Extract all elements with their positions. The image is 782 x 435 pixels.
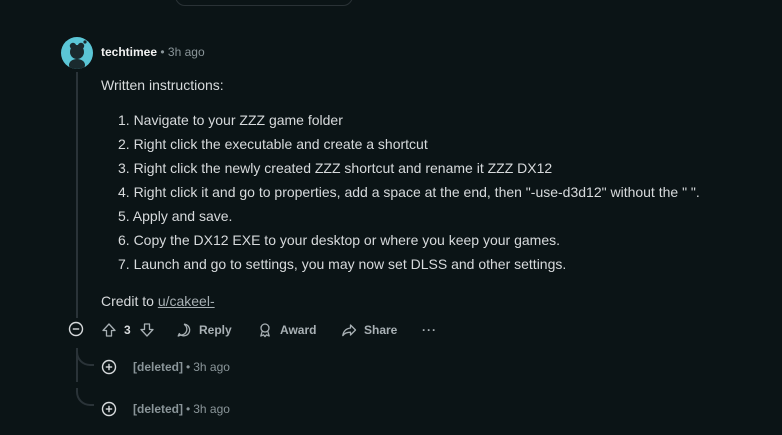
step-item: 6. Copy the DX12 EXE to your desktop or … [118, 232, 561, 248]
upvote-icon [102, 323, 116, 337]
comment-timestamp[interactable]: 3h ago [168, 45, 205, 59]
thread-line [76, 72, 78, 318]
meta-separator: • [186, 402, 191, 416]
collapsed-reply: [deleted] • 3h ago [101, 358, 230, 376]
snoo-icon [69, 40, 87, 69]
upvote-button[interactable] [101, 320, 117, 340]
step-item: 1. Navigate to your ZZZ game folder [118, 112, 343, 128]
step-item: 7. Launch and go to settings, you may no… [118, 256, 567, 272]
downvote-icon [140, 323, 154, 337]
comment-header: techtimee • 3h ago [101, 44, 205, 60]
comment-action-bar: 3 Reply Award Share ··· [68, 320, 468, 340]
user-avatar[interactable] [61, 37, 93, 69]
share-label: Share [364, 323, 398, 337]
downvote-button[interactable] [139, 320, 155, 340]
steps-list: 1. Navigate to your ZZZ game folder 2. R… [101, 111, 700, 279]
reply-connector [76, 348, 94, 366]
credit-prefix: Credit to [101, 293, 158, 309]
reply-author: [deleted] [133, 402, 184, 416]
reply-timestamp[interactable]: 3h ago [193, 360, 230, 374]
credit-line: Credit to u/cakeel- [101, 292, 215, 310]
reply-label: Reply [199, 323, 232, 337]
step-item: 4. Right click it and go to properties, … [118, 184, 700, 200]
comment-intro: Written instructions: [101, 77, 224, 93]
reply-button[interactable]: Reply [176, 320, 232, 340]
reply-timestamp[interactable]: 3h ago [193, 402, 230, 416]
comment-author[interactable]: techtimee [101, 45, 157, 59]
step-item: 2. Right click the executable and create… [118, 136, 428, 152]
award-button[interactable]: Award [257, 320, 316, 340]
meta-separator: • [186, 360, 191, 374]
award-label: Award [280, 323, 317, 337]
comment-bubble-icon [177, 323, 191, 337]
more-options-button[interactable]: ··· [422, 320, 437, 340]
step-item: 5. Apply and save. [118, 208, 233, 224]
collapsed-reply: [deleted] • 3h ago [101, 400, 230, 418]
credit-user-link[interactable]: u/cakeel- [158, 293, 215, 309]
reply-author: [deleted] [133, 360, 184, 374]
minus-circle-icon [68, 321, 84, 337]
top-pill-outline [175, 0, 353, 6]
expand-plus-icon[interactable] [101, 359, 117, 375]
award-icon [260, 323, 270, 338]
meta-separator: • [160, 45, 165, 59]
share-arrow-icon [342, 324, 357, 337]
share-button[interactable]: Share [341, 320, 397, 340]
expand-plus-icon[interactable] [101, 401, 117, 417]
vote-count: 3 [124, 323, 131, 337]
reply-connector [76, 388, 94, 406]
step-item: 3. Right click the newly created ZZZ sho… [118, 160, 553, 176]
collapse-thread-button[interactable] [68, 321, 84, 337]
